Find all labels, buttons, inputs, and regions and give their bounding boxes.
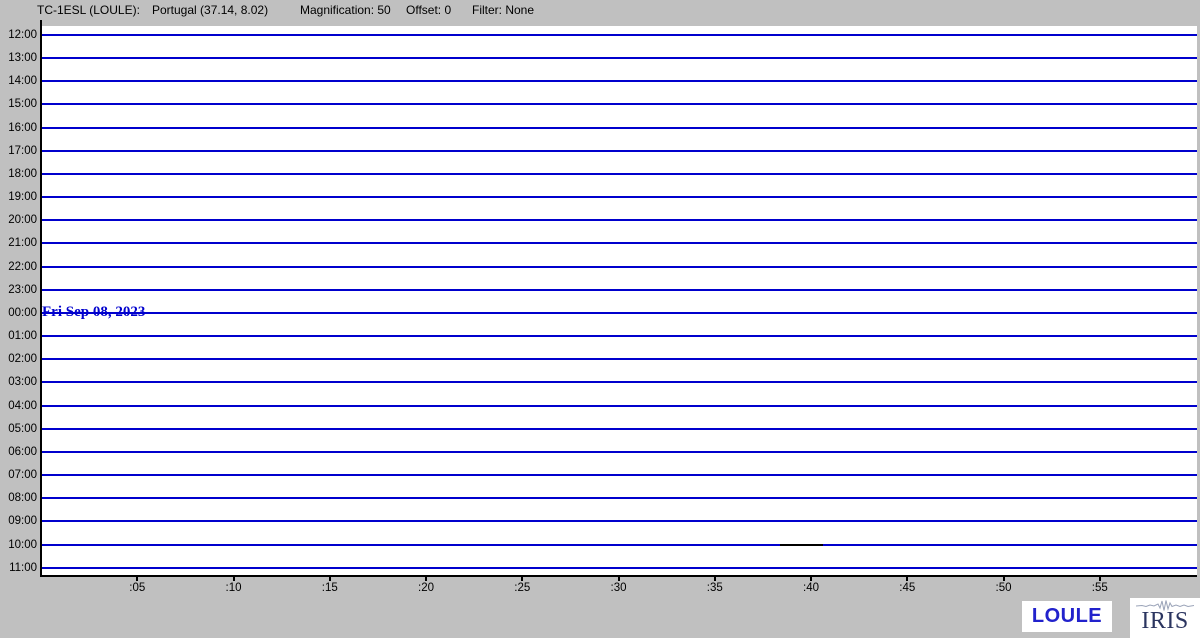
minute-tick [906,577,908,581]
minute-tick [329,577,331,581]
time-label: 03:00 [0,375,37,389]
station-id-label: TC-1ESL (LOULE): [37,3,140,17]
time-label: 16:00 [0,121,37,135]
minute-tick [714,577,716,581]
minute-tick-label: :20 [410,582,442,594]
trace-line [42,150,1197,152]
date-annotation: Fri Sep 08, 2023 [42,304,145,321]
trace-line [42,80,1197,82]
trace-line [42,474,1197,476]
trace-line [42,127,1197,129]
time-label: 22:00 [0,260,37,274]
trace-line [42,219,1197,221]
time-label: 00:00 [0,306,37,320]
time-label: 02:00 [0,352,37,366]
time-label: 05:00 [0,422,37,436]
time-label: 06:00 [0,445,37,459]
time-label: 08:00 [0,491,37,505]
time-label: 09:00 [0,514,37,528]
minute-tick-label: :55 [1084,582,1116,594]
time-label: 19:00 [0,190,37,204]
minute-tick [521,577,523,581]
station-button[interactable]: LOULE [1022,601,1112,632]
minute-tick-label: :10 [218,582,250,594]
time-label: 12:00 [0,28,37,42]
trace-line [42,451,1197,453]
minute-tick-label: :40 [795,582,827,594]
minute-tick-label: :05 [121,582,153,594]
trace-line [42,381,1197,383]
trace-line [42,544,1197,546]
time-label: 17:00 [0,144,37,158]
minute-tick-label: :30 [603,582,635,594]
minute-tick [810,577,812,581]
time-label: 10:00 [0,538,37,552]
time-label: 01:00 [0,329,37,343]
trace-line [42,335,1197,337]
time-label: 07:00 [0,468,37,482]
trace-line [42,428,1197,430]
time-label: 21:00 [0,236,37,250]
trace-line [42,312,1197,314]
filter-label: Filter: None [472,3,534,17]
minute-tick [1003,577,1005,581]
minute-tick-label: :15 [314,582,346,594]
time-label: 11:00 [0,561,37,575]
trace-line [42,242,1197,244]
time-label: 04:00 [0,399,37,413]
offset-label: Offset: 0 [406,3,451,17]
trace-line [42,520,1197,522]
iris-logo-text: IRIS [1130,608,1200,634]
trace-line [42,196,1197,198]
helicorder-plot[interactable] [42,26,1197,575]
station-location-label: Portugal (37.14, 8.02) [152,3,268,17]
pen-position-segment [780,544,822,546]
trace-line [42,358,1197,360]
trace-line [42,497,1197,499]
minute-tick [618,577,620,581]
minute-tick-label: :50 [988,582,1020,594]
trace-line [42,103,1197,105]
station-monitor-window: TC-1ESL (LOULE): Portugal (37.14, 8.02) … [0,0,1200,638]
minute-tick [1099,577,1101,581]
minute-tick [136,577,138,581]
time-label: 18:00 [0,167,37,181]
minute-tick-label: :35 [699,582,731,594]
trace-line [42,289,1197,291]
minute-tick [425,577,427,581]
trace-line [42,57,1197,59]
trace-line [42,34,1197,36]
trace-line [42,567,1197,569]
time-label: 13:00 [0,51,37,65]
minute-tick [233,577,235,581]
time-label: 23:00 [0,283,37,297]
time-label: 20:00 [0,213,37,227]
time-label: 14:00 [0,74,37,88]
magnification-label: Magnification: 50 [300,3,391,17]
minute-tick-label: :25 [506,582,538,594]
iris-logo[interactable]: IRIS [1130,598,1200,638]
station-button-label: LOULE [1032,605,1102,628]
trace-line [42,405,1197,407]
trace-line [42,266,1197,268]
trace-line [42,173,1197,175]
minute-tick-label: :45 [891,582,923,594]
time-label: 15:00 [0,97,37,111]
